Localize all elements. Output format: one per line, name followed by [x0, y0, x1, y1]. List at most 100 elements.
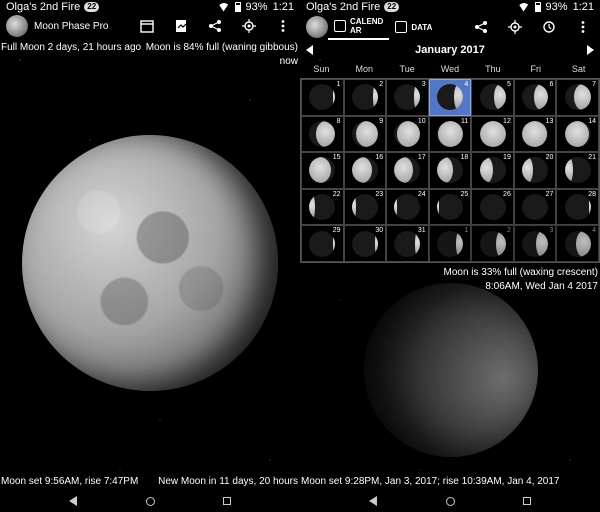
calendar-day[interactable]: 4 — [428, 79, 472, 116]
moon-illumination: Moon is 84% full (waning gibbous) — [145, 42, 298, 53]
day-number: 16 — [375, 154, 384, 162]
calendar-day[interactable]: 2 — [343, 79, 387, 116]
calendar-day[interactable]: 11 — [428, 115, 472, 153]
moon-image — [364, 283, 538, 457]
calendar-day[interactable]: 20 — [513, 152, 557, 189]
moon-phase-icon — [522, 157, 549, 184]
moon-phase-icon — [479, 157, 506, 184]
moon-phase-icon — [309, 120, 336, 147]
next-month-icon[interactable] — [587, 45, 594, 55]
battery-icon — [234, 2, 241, 12]
right-screen: Olga's 2nd Fire 22 93% 1:21 CALEND AR DA… — [300, 0, 600, 512]
battery-icon — [534, 2, 541, 12]
calendar-day[interactable]: 25 — [428, 188, 472, 226]
calendar-day[interactable]: 17 — [386, 152, 429, 189]
calendar-day[interactable]: 30 — [343, 225, 387, 262]
calendar-day[interactable]: 16 — [343, 152, 387, 189]
month-title: January 2017 — [415, 44, 485, 56]
day-number: 11 — [461, 117, 469, 125]
more-options-icon[interactable] — [566, 15, 600, 39]
calendar-day[interactable]: 1 — [428, 225, 472, 262]
status-bar: Olga's 2nd Fire 22 93% 1:21 — [300, 0, 600, 14]
moon-phase-icon — [309, 194, 336, 221]
recent-apps-icon[interactable] — [523, 497, 532, 505]
time-icon[interactable] — [532, 15, 566, 39]
calendar-day[interactable]: 26 — [471, 188, 514, 226]
home-icon[interactable] — [445, 496, 455, 506]
day-number: 13 — [545, 117, 554, 125]
calendar-day[interactable]: 22 — [301, 188, 344, 226]
moon-phase-icon — [564, 120, 591, 147]
calendar-day[interactable]: 21 — [556, 152, 599, 189]
day-number: 12 — [503, 117, 511, 125]
day-number: 22 — [332, 190, 341, 198]
day-number: 1 — [464, 227, 469, 235]
moon-times: Moon set 9:28PM, Jan 3, 2017; rise 10:39… — [301, 476, 599, 487]
back-icon[interactable] — [368, 496, 377, 506]
tab-data[interactable]: DATA — [389, 14, 438, 40]
day-number: 5 — [506, 81, 511, 88]
moon-phase-icon — [479, 194, 506, 221]
recent-apps-icon[interactable] — [223, 497, 232, 505]
day-number: 19 — [503, 154, 511, 162]
home-icon[interactable] — [145, 496, 155, 506]
calendar-day[interactable]: 3 — [386, 79, 429, 116]
battery-level: 93% — [245, 1, 268, 13]
location-icon[interactable] — [498, 15, 532, 39]
back-icon[interactable] — [68, 496, 77, 506]
previous-month-icon[interactable] — [306, 45, 313, 55]
calendar-day[interactable]: 6 — [513, 79, 557, 116]
calendar-day[interactable]: 7 — [556, 79, 599, 116]
day-number: 3 — [549, 227, 554, 235]
calendar-day[interactable]: 29 — [301, 225, 344, 262]
calendar-day[interactable]: 9 — [343, 115, 387, 153]
calendar-day[interactable]: 19 — [471, 152, 514, 189]
calendar-day[interactable]: 4 — [556, 225, 599, 262]
calendar-icon[interactable] — [130, 14, 164, 38]
app-title: Moon Phase Pro — [34, 20, 109, 32]
app-logo-icon[interactable] — [306, 16, 328, 38]
left-screen: Olga's 2nd Fire 22 93% 1:21 Moon Phase P… — [0, 0, 300, 512]
day-number: 7 — [592, 81, 596, 88]
moon-set-rise: Moon set 9:28PM, Jan 3, 2017; rise 10:39… — [301, 476, 560, 487]
calendar-day[interactable]: 3 — [513, 225, 557, 262]
share-icon[interactable] — [464, 15, 498, 39]
calendar-day[interactable]: 23 — [343, 188, 387, 226]
calendar-day[interactable]: 14 — [556, 115, 599, 153]
calendar-day[interactable]: 18 — [428, 152, 472, 189]
moon-phase-icon — [436, 230, 463, 257]
share-icon[interactable] — [198, 14, 232, 38]
selected-illumination: Moon is 33% full (waxing crescent) — [443, 267, 598, 278]
wifi-icon — [217, 2, 230, 12]
calendar-day[interactable]: 10 — [386, 115, 429, 153]
tab-bar: CALEND AR DATA — [300, 14, 600, 40]
calendar-day[interactable]: 28 — [556, 188, 599, 226]
day-number: 8 — [336, 117, 341, 125]
calendar-day[interactable]: 27 — [513, 188, 557, 226]
calendar-day[interactable]: 1 — [301, 79, 344, 116]
app-logo-icon[interactable] — [6, 15, 28, 37]
calendar-day[interactable]: 13 — [513, 115, 557, 153]
tab-calendar-label: CALEND AR — [350, 17, 384, 35]
day-number: 1 — [336, 81, 341, 88]
more-options-icon[interactable] — [266, 14, 300, 38]
calendar-day[interactable]: 8 — [301, 115, 344, 153]
calendar-day[interactable]: 31 — [386, 225, 429, 262]
battery-level: 93% — [545, 1, 568, 13]
calendar-day[interactable]: 5 — [471, 79, 514, 116]
moon-phase-icon — [309, 84, 336, 111]
day-number: 18 — [460, 154, 469, 162]
data-icon[interactable] — [164, 14, 198, 38]
tab-calendar[interactable]: CALEND AR — [328, 14, 390, 40]
calendar-day[interactable]: 12 — [471, 115, 514, 153]
calendar-day[interactable]: 15 — [301, 152, 344, 189]
moon-phase-icon — [436, 157, 463, 184]
location-icon[interactable] — [232, 14, 266, 38]
day-number: 4 — [464, 81, 469, 88]
calendar-day[interactable]: 24 — [386, 188, 429, 226]
moon-phase-icon — [479, 120, 506, 147]
moon-phase-icon — [351, 194, 378, 221]
calendar-day[interactable]: 2 — [471, 225, 514, 262]
nav-bar — [0, 490, 300, 512]
day-number: 24 — [417, 190, 426, 198]
